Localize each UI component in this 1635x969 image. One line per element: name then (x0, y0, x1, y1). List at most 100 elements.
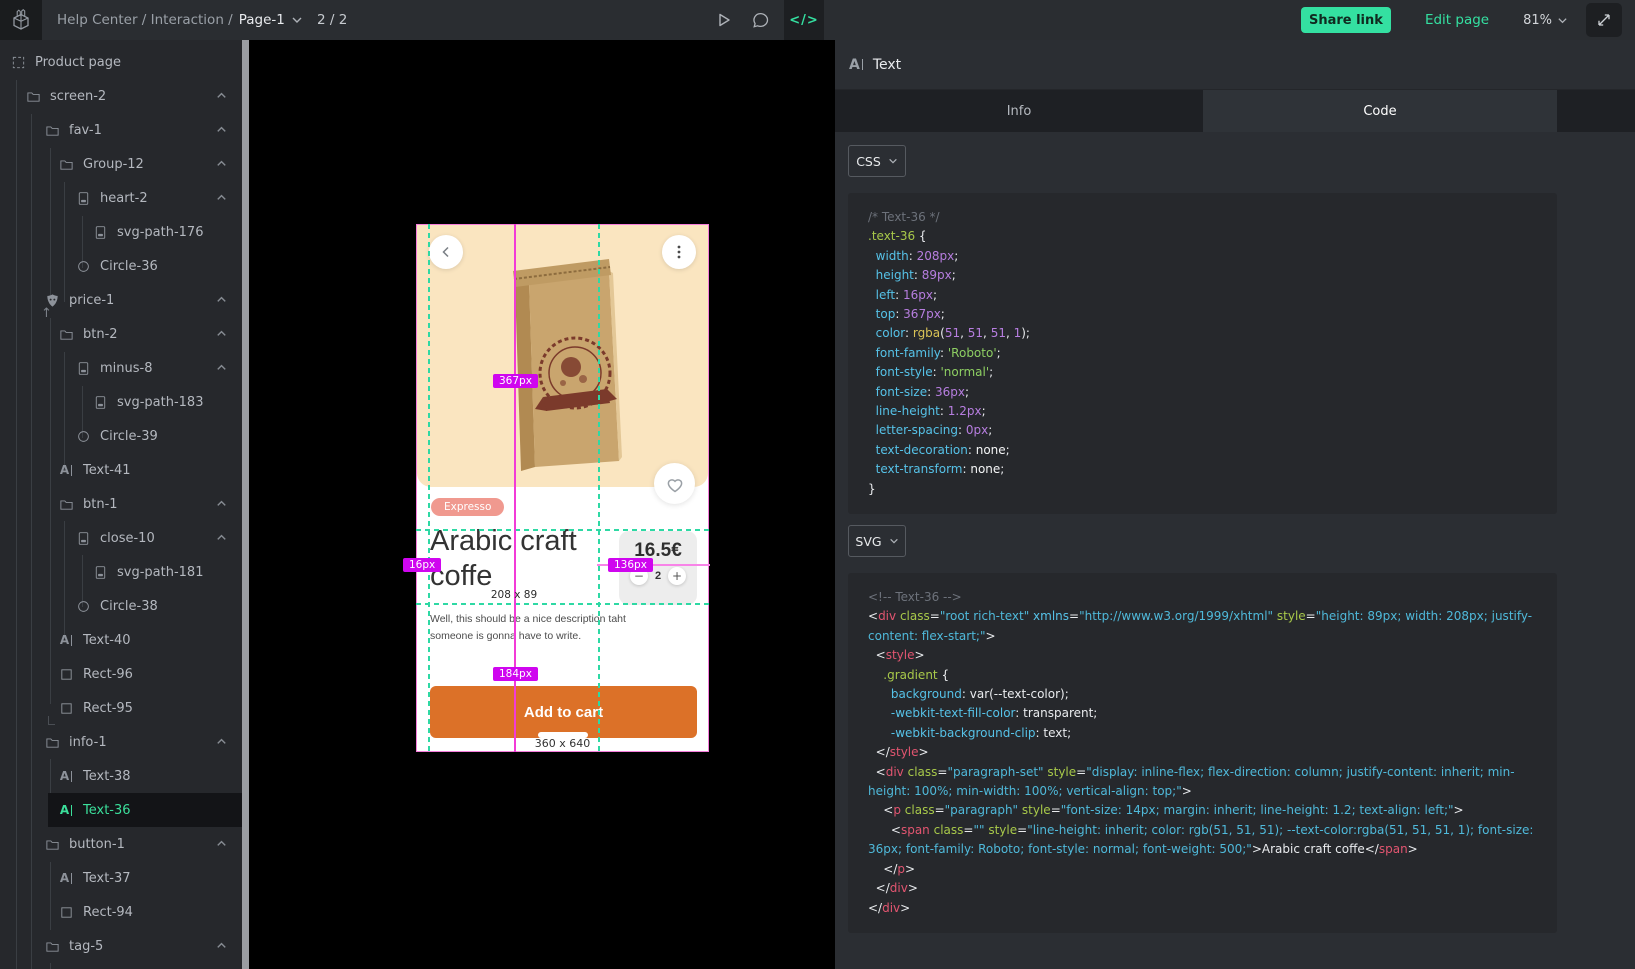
layer-row-button-1[interactable]: button-1 (0, 827, 242, 861)
svg-language-select[interactable]: SVG (848, 525, 906, 557)
code-line: .text-36 { (868, 227, 1537, 246)
layer-row-fav-1[interactable]: fav-1 (0, 113, 242, 147)
collapse-chevron-icon[interactable] (214, 530, 230, 546)
layer-row-text-41[interactable]: AText-41 (0, 453, 242, 487)
phone-frame[interactable]: Expresso Arabic craft coffe Well, this s… (416, 224, 709, 752)
tab-info[interactable]: Info (835, 90, 1203, 132)
share-link-button[interactable]: Share link (1301, 7, 1391, 33)
svgfile-icon (75, 530, 91, 546)
layer-row-info-1[interactable]: info-1 (0, 725, 242, 759)
code-line: .gradient { (868, 666, 1537, 685)
inspector-header: A Text (835, 40, 1635, 90)
folder-icon (58, 156, 74, 172)
layer-row-text-36[interactable]: AText-36 (0, 793, 242, 827)
layer-row-text-37[interactable]: AText-37 (0, 861, 242, 895)
edit-page-link[interactable]: Edit page (1425, 12, 1489, 28)
design-canvas[interactable]: Expresso Arabic craft coffe Well, this s… (249, 40, 835, 969)
layer-row-svg-path-176[interactable]: svg-path-176 (0, 215, 242, 249)
layer-row-heart-2[interactable]: heart-2 (0, 181, 242, 215)
play-button[interactable] (712, 8, 736, 32)
play-icon (715, 11, 733, 29)
layer-row-circle-38[interactable]: Circle-38 (0, 589, 242, 623)
favorite-button[interactable] (654, 463, 695, 504)
css-code-block: /* Text-36 */.text-36 { width: 208px; he… (848, 193, 1557, 514)
tab-bar-filler (1557, 90, 1635, 132)
guide-line-horizontal (416, 603, 711, 605)
collapse-chevron-icon[interactable] (214, 190, 230, 206)
rect-icon (58, 700, 74, 716)
product-title[interactable]: Arabic craft coffe (430, 524, 608, 594)
layer-row-minus-8[interactable]: minus-8 (0, 351, 242, 385)
collapse-chevron-icon[interactable] (214, 122, 230, 138)
layer-row-price-1[interactable]: price-1 (0, 283, 242, 317)
coffee-bag-image (505, 251, 627, 473)
tab-code[interactable]: Code (1203, 90, 1557, 132)
layer-row-group-12[interactable]: Group-12 (0, 147, 242, 181)
layer-row-circle-39[interactable]: Circle-39 (0, 419, 242, 453)
layer-row-btn-1[interactable]: btn-1 (0, 487, 242, 521)
folder-icon (58, 326, 74, 342)
heart-icon (665, 475, 685, 493)
code-line: text-decoration: none; (868, 441, 1537, 460)
collapse-chevron-icon[interactable] (214, 496, 230, 512)
collapse-chevron-icon[interactable] (214, 326, 230, 342)
code-line: top: 367px; (868, 305, 1537, 324)
layer-row-svg-path-183[interactable]: svg-path-183 (0, 385, 242, 419)
layer-label: Text-37 (83, 871, 131, 886)
code-line: /* Text-36 */ (868, 208, 1537, 227)
layer-row-circle-36[interactable]: Circle-36 (0, 249, 242, 283)
layer-row-rect-94[interactable]: Rect-94 (0, 895, 242, 929)
layer-row-close-10[interactable]: close-10 (0, 521, 242, 555)
layer-row-product page[interactable]: Product page (0, 45, 242, 79)
fullscreen-button[interactable] (1586, 3, 1622, 37)
add-to-cart-button[interactable]: Add to cart (430, 686, 697, 738)
quantity-value: 2 (655, 570, 661, 582)
layer-row-tag-5[interactable]: tag-5 (0, 929, 242, 963)
layer-label: Rect-96 (83, 667, 133, 682)
folder-icon (58, 496, 74, 512)
layer-row-btn-2[interactable]: btn-2 (0, 317, 242, 351)
layer-row-text-40[interactable]: AText-40 (0, 623, 242, 657)
layer-label: btn-1 (83, 497, 118, 512)
circle-icon (75, 598, 91, 614)
zoom-control[interactable]: 81% (1523, 13, 1568, 28)
sidebar-scrollbar[interactable] (242, 40, 249, 969)
comments-button[interactable] (748, 8, 772, 32)
guide-line-horizontal (416, 529, 711, 531)
collapse-chevron-icon[interactable] (214, 734, 230, 750)
css-language-select[interactable]: CSS (848, 145, 906, 177)
app-logo[interactable] (0, 0, 42, 40)
frame-icon (10, 54, 26, 70)
back-button[interactable] (429, 235, 463, 269)
layer-label: price-1 (69, 293, 114, 308)
code-line: color: rgba(51, 51, 51, 1); (868, 324, 1537, 343)
layer-label: tag-5 (69, 939, 103, 954)
layer-row-rect-96[interactable]: Rect-96 (0, 657, 242, 691)
folder-icon (44, 734, 60, 750)
layer-row-text-38[interactable]: A Text-38 (0, 759, 242, 793)
text-layer-icon: A (58, 768, 74, 784)
layer-row-rect-95[interactable]: Rect-95 (0, 691, 242, 725)
collapse-chevron-icon[interactable] (214, 360, 230, 376)
collapse-chevron-icon[interactable] (214, 938, 230, 954)
menu-button[interactable] (662, 235, 696, 269)
breadcrumb[interactable]: Help Center / Interaction / Page-1 (57, 0, 303, 40)
selection-size-label: 208 x 89 (469, 589, 559, 601)
chevron-down-icon (889, 536, 899, 546)
code-mode-button[interactable]: </> (784, 0, 824, 40)
collapse-chevron-icon[interactable] (214, 292, 230, 308)
collapse-chevron-icon[interactable] (214, 836, 230, 852)
collapse-chevron-icon[interactable] (214, 156, 230, 172)
layer-row-screen-2[interactable]: screen-2 (0, 79, 242, 113)
layer-row-svg-path-181[interactable]: svg-path-181 (0, 555, 242, 589)
code-line: font-family: 'Roboto'; (868, 344, 1537, 363)
layer-label: Text-38 (83, 769, 131, 784)
layer-label: fav-1 (69, 123, 102, 138)
layer-label: screen-2 (50, 89, 106, 104)
layer-label: Rect-94 (83, 905, 133, 920)
layer-label: svg-path-181 (117, 565, 203, 580)
plus-button[interactable]: + (668, 567, 686, 585)
collapse-chevron-icon[interactable] (214, 88, 230, 104)
mode-toolbar: </> (712, 0, 824, 40)
chevron-down-icon[interactable] (291, 14, 303, 26)
